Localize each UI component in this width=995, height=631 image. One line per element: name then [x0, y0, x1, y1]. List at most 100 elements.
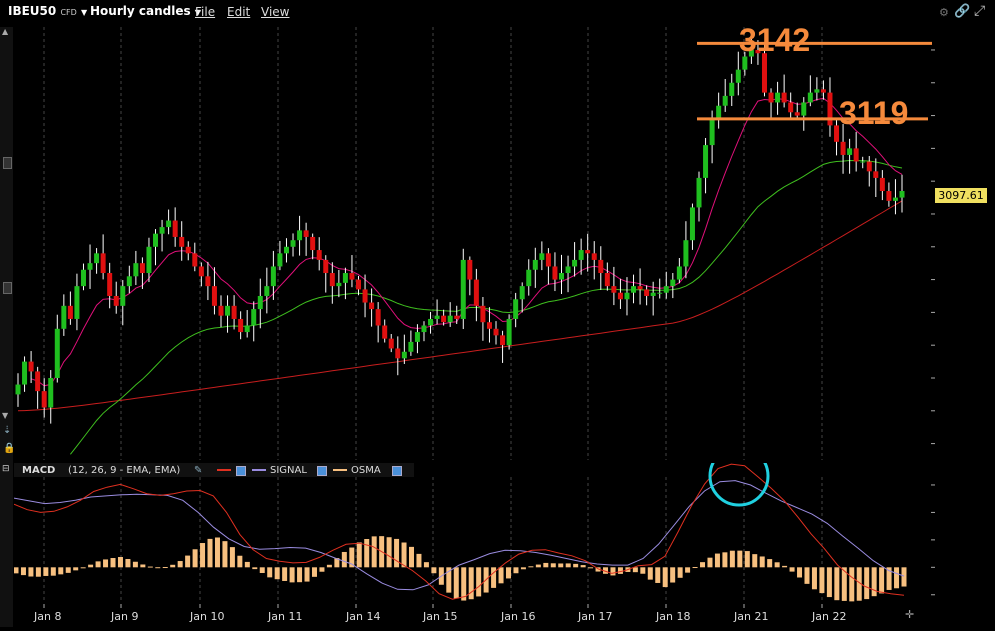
osma-bar — [692, 567, 698, 569]
candle-body — [657, 292, 663, 294]
candle-body — [676, 266, 682, 280]
osma-bar — [185, 555, 191, 568]
candle-body — [35, 371, 41, 392]
candle-body — [545, 253, 551, 267]
osma-bar — [155, 567, 161, 569]
osma-bar — [244, 561, 250, 568]
candle-body — [591, 253, 597, 260]
candle-body — [113, 295, 119, 306]
osma-bar — [453, 567, 459, 599]
candle-body — [768, 92, 774, 103]
candle-body — [572, 259, 578, 267]
candle-body — [827, 92, 833, 126]
candle-body — [539, 253, 545, 260]
osma-bar — [513, 567, 519, 574]
candle-body — [159, 227, 165, 234]
osma-bar — [371, 536, 377, 568]
pane-handle[interactable] — [3, 282, 12, 294]
macd-panel[interactable]: -5051015 MACD (12, 26, 9 - EMA, EMA) ✎ S… — [13, 445, 953, 603]
osma-bar — [28, 567, 34, 577]
interval-selector[interactable]: Hourly candles ▼ — [90, 4, 201, 18]
candle-body — [54, 328, 60, 378]
scroll-down-icon[interactable]: ▼ — [2, 412, 11, 420]
osma-bar — [237, 555, 243, 568]
pin-icon[interactable]: ⇣ — [3, 425, 11, 436]
candle-body — [794, 112, 800, 116]
osma-visible-checkbox[interactable] — [392, 466, 402, 476]
candle-body — [87, 263, 93, 270]
osma-bar — [297, 567, 303, 583]
osma-bar — [356, 542, 362, 568]
candle-body — [185, 246, 191, 254]
menu-edit[interactable]: Edit — [227, 5, 250, 19]
candle-body — [342, 273, 348, 283]
osma-bar — [222, 541, 228, 568]
candle-body — [683, 240, 689, 267]
osma-bar — [811, 567, 817, 590]
candle-body — [454, 315, 460, 319]
candle-body — [814, 89, 820, 93]
expand-icon[interactable]: ⤢ — [974, 3, 985, 19]
menu-file[interactable]: File — [195, 5, 215, 19]
candle-body — [369, 302, 375, 310]
candle-body — [146, 246, 152, 274]
osma-bar — [767, 559, 773, 568]
symbol-selector[interactable]: IBEU50 CFD ▼ — [8, 4, 87, 18]
candle-body — [264, 286, 270, 296]
link-icon[interactable]: 🔗 — [954, 4, 970, 19]
osma-bar — [476, 567, 482, 597]
osma-bar — [804, 567, 810, 584]
macd-chart-svg: -5051015 — [13, 445, 953, 603]
menu-view[interactable]: View — [261, 5, 289, 19]
osma-bar — [319, 567, 325, 572]
osma-bar — [214, 537, 220, 568]
osma-bar — [588, 567, 594, 569]
osma-bar — [386, 537, 392, 568]
candle-body — [362, 289, 368, 303]
candle-body — [15, 384, 21, 395]
candle-body — [421, 325, 427, 333]
candle-body — [323, 259, 329, 274]
osma-bar — [737, 550, 743, 568]
edit-icon[interactable]: ✎ — [194, 465, 202, 476]
candle-body — [729, 82, 735, 96]
osma-bar — [729, 550, 735, 568]
last-price-badge: 3097.61 — [935, 188, 987, 203]
candle-body — [22, 361, 28, 385]
osma-bar — [147, 566, 153, 568]
osma-bar — [506, 567, 512, 579]
osma-bar — [207, 538, 213, 568]
signal-visible-checkbox[interactable] — [317, 466, 327, 476]
candle-body — [211, 286, 217, 306]
osma-bar — [670, 567, 676, 583]
candle-body — [310, 236, 316, 251]
left-scroll-strip[interactable]: ▲ ▼ ⇣ 🔒 ⊟ — [0, 27, 15, 627]
candle-body — [205, 276, 211, 287]
pane-handle[interactable] — [3, 157, 12, 169]
date-tick-label: Jan 10 — [189, 610, 224, 623]
candle-body — [788, 102, 794, 113]
osma-bar — [311, 567, 317, 577]
osma-bar — [573, 563, 579, 568]
candle-body — [807, 92, 813, 103]
gear-icon[interactable]: ⚙ — [939, 6, 949, 19]
candle-body — [585, 250, 591, 254]
osma-bar — [282, 567, 288, 581]
osma-bar — [50, 567, 56, 576]
macd-visible-checkbox[interactable] — [236, 466, 246, 476]
osma-bar — [707, 557, 713, 568]
collapse-icon[interactable]: ⊟ — [2, 464, 10, 474]
candle-body — [336, 282, 342, 287]
price-chart[interactable]: 3020303030403050306030703080309031003110… — [14, 22, 987, 460]
crosshair-icon[interactable]: ✛ — [905, 608, 914, 621]
candle-body — [519, 286, 525, 300]
scroll-up-icon[interactable]: ▲ — [2, 28, 11, 36]
date-tick-label: Jan 21 — [733, 610, 768, 623]
osma-bar — [229, 547, 235, 568]
osma-bar — [565, 563, 571, 568]
candle-body — [644, 289, 650, 296]
date-axis-svg: Jan 8 Jan 9 Jan 10 Jan 11 Jan 14 Jan 15 Jan 16… — [33, 604, 846, 623]
candle-body — [382, 325, 388, 339]
osma-bar — [177, 561, 183, 568]
candle-body — [283, 246, 289, 254]
